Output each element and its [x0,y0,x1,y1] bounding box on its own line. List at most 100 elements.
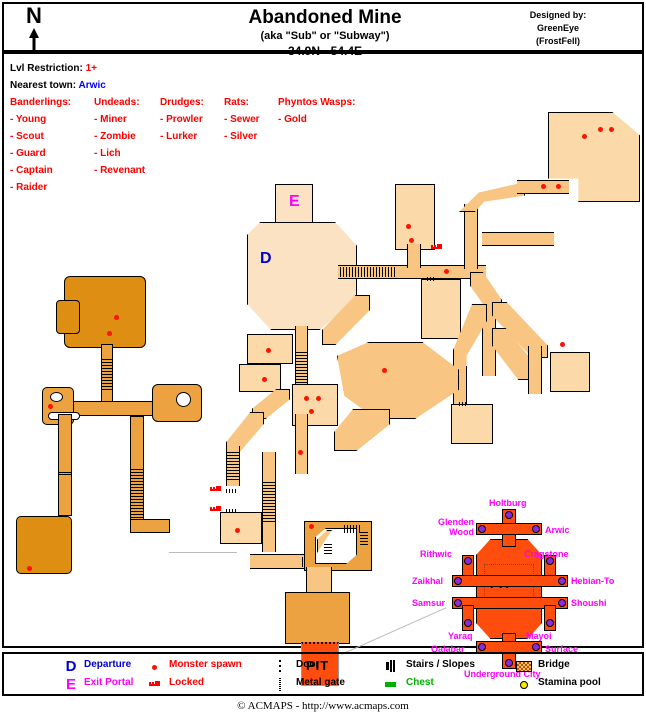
monster-spawn-dot [266,348,271,353]
monster-spawn-dot [316,396,321,401]
copyright-notice: © ACMAPS - http://www.acmaps.com [237,700,409,712]
level-restriction-row: Lvl Restriction: 1+ [10,60,106,77]
cave-hole-west-upper [50,392,63,402]
portal-dot-mayoi [546,619,554,627]
monster-item: - Scout [10,131,44,142]
monster-column-banderlings: Banderlings: - Young - Scout - Guard - C… [10,94,71,196]
legend-label: Door [296,659,320,670]
pit-portal-diagram: PIT Holtburg Glenden Wood Arwic Rithwic … [412,498,614,679]
monster-spawn-dot [298,450,303,455]
designer-name: GreenEye [536,23,580,33]
stairs-slopes-icon [102,359,112,391]
portal-dot-surface [532,643,540,651]
door-icon [226,489,236,493]
monster-spawn-dot [309,409,314,414]
portal-dot-zaikhal [454,577,462,585]
map-canvas: Lvl Restriction: 1+ Nearest town: Arwic … [2,52,644,686]
corridor-diagonal-ne [459,182,525,212]
portal-label-glenden-wood: Glenden Wood [437,517,474,537]
corridor-se-vertical-right [528,346,542,394]
monster-spawn-dot [48,404,53,409]
portal-label-cragstone: Cragstone [524,549,569,559]
legend-label: Stamina pool [538,677,601,688]
portal-dot-glenden-wood [478,525,486,533]
monster-item: - Zombie [94,131,136,142]
cave-chamber-north-west-lobe [56,300,80,334]
monster-item: - Sewer [224,114,260,125]
monster-item: - Gold [278,114,307,125]
portal-label-holtburg: Holtburg [489,498,527,508]
monster-item: - Raider [10,182,48,193]
locked-key-icon [147,678,165,691]
pit-arm-zaikhal-hebianto [452,575,568,587]
monster-column-drudges: Drudges: - Prowler - Lurker [160,94,204,145]
monster-item: - Guard [10,148,46,159]
room-left-mid [239,364,281,392]
monster-spawn-dot [262,377,267,382]
monster-item: - Lich [94,148,121,159]
portal-label-mayoi: Mayoi [526,631,552,641]
locked-key-icon [210,486,221,493]
room-east-of-junction [421,279,461,339]
corridor-central-south-long [295,414,308,474]
monster-item: - Revenant [94,165,146,176]
room-exit-portal-label: E [289,193,300,210]
nearest-town-label: Nearest town: [10,80,77,91]
room-south-branch [451,404,493,444]
monster-item: - Captain [10,165,53,176]
level-restriction-label: Lvl Restriction: [10,63,83,74]
compass-north-label: N [26,3,42,28]
locked-key-icon [431,244,442,251]
monster-spawn-dot [598,127,603,132]
monster-spawn-dot [609,127,614,132]
monster-spawn-dot-icon [147,660,165,673]
door-icon [427,277,434,281]
door-icon [459,402,468,406]
monster-spawn-dot [560,342,565,347]
portal-dot-arwic [532,525,540,533]
pit-arm-mayoi [544,605,556,631]
stairs-slopes-icon [360,532,368,546]
header-bar: Abandoned Mine (aka "Sub" or "Subway") 3… [2,2,644,58]
stairs-slopes-icon [263,482,275,522]
monster-item: - Miner [94,114,127,125]
monster-column-phyntos-wasps: Phyntos Wasps: - Gold [278,94,355,128]
monster-spawn-dot [114,315,119,320]
monster-item: - Lurker [160,131,198,142]
room-southeast [550,352,590,392]
monster-item: - Young [10,114,47,125]
portal-label-hebian-to: Hebian-To [571,576,615,586]
cave-corridor-southwest-lower [58,474,72,516]
room-left-lower [220,512,262,544]
monster-heading: Rats: [224,97,250,108]
stamina-pool-icon [516,678,534,691]
legend-label: Locked [169,677,205,688]
monster-item: - Prowler [160,114,203,125]
map-page: Abandoned Mine (aka "Sub" or "Subway") 3… [0,0,646,718]
corridor-shelf [482,232,554,246]
pit-arm-yaraq [462,605,474,631]
cave-chamber-southwest [16,516,72,574]
bridge-icon [516,660,534,673]
legend-label: Departure [84,659,132,670]
corridor-to-pit [306,567,332,595]
monster-spawn-dot [406,224,411,229]
corridor-central-north [464,204,478,269]
legend-label: Metal gate [296,677,345,688]
monster-spawn-dot [556,184,561,189]
portal-label-rithwic: Rithwic [420,549,453,559]
monster-item: - Silver [224,131,258,142]
room-exit-portal: E [275,184,313,224]
portal-dot-samsur [454,599,462,607]
legend-label: Monster spawn [169,659,242,670]
door-icon [274,660,292,673]
monster-spawn-dot [235,528,240,533]
stairs-slopes-icon [384,660,402,673]
corridor-mid-lower-diagonal [334,409,390,451]
portal-label-samsur: Samsur [412,598,446,608]
compass-arrow-icon [25,28,43,53]
monster-spawn-dot [304,396,309,401]
monster-column-rats: Rats: - Sewer - Silver [224,94,260,145]
portal-dot-hebian-to [558,577,566,585]
corridor-top-mid-down [407,244,421,268]
